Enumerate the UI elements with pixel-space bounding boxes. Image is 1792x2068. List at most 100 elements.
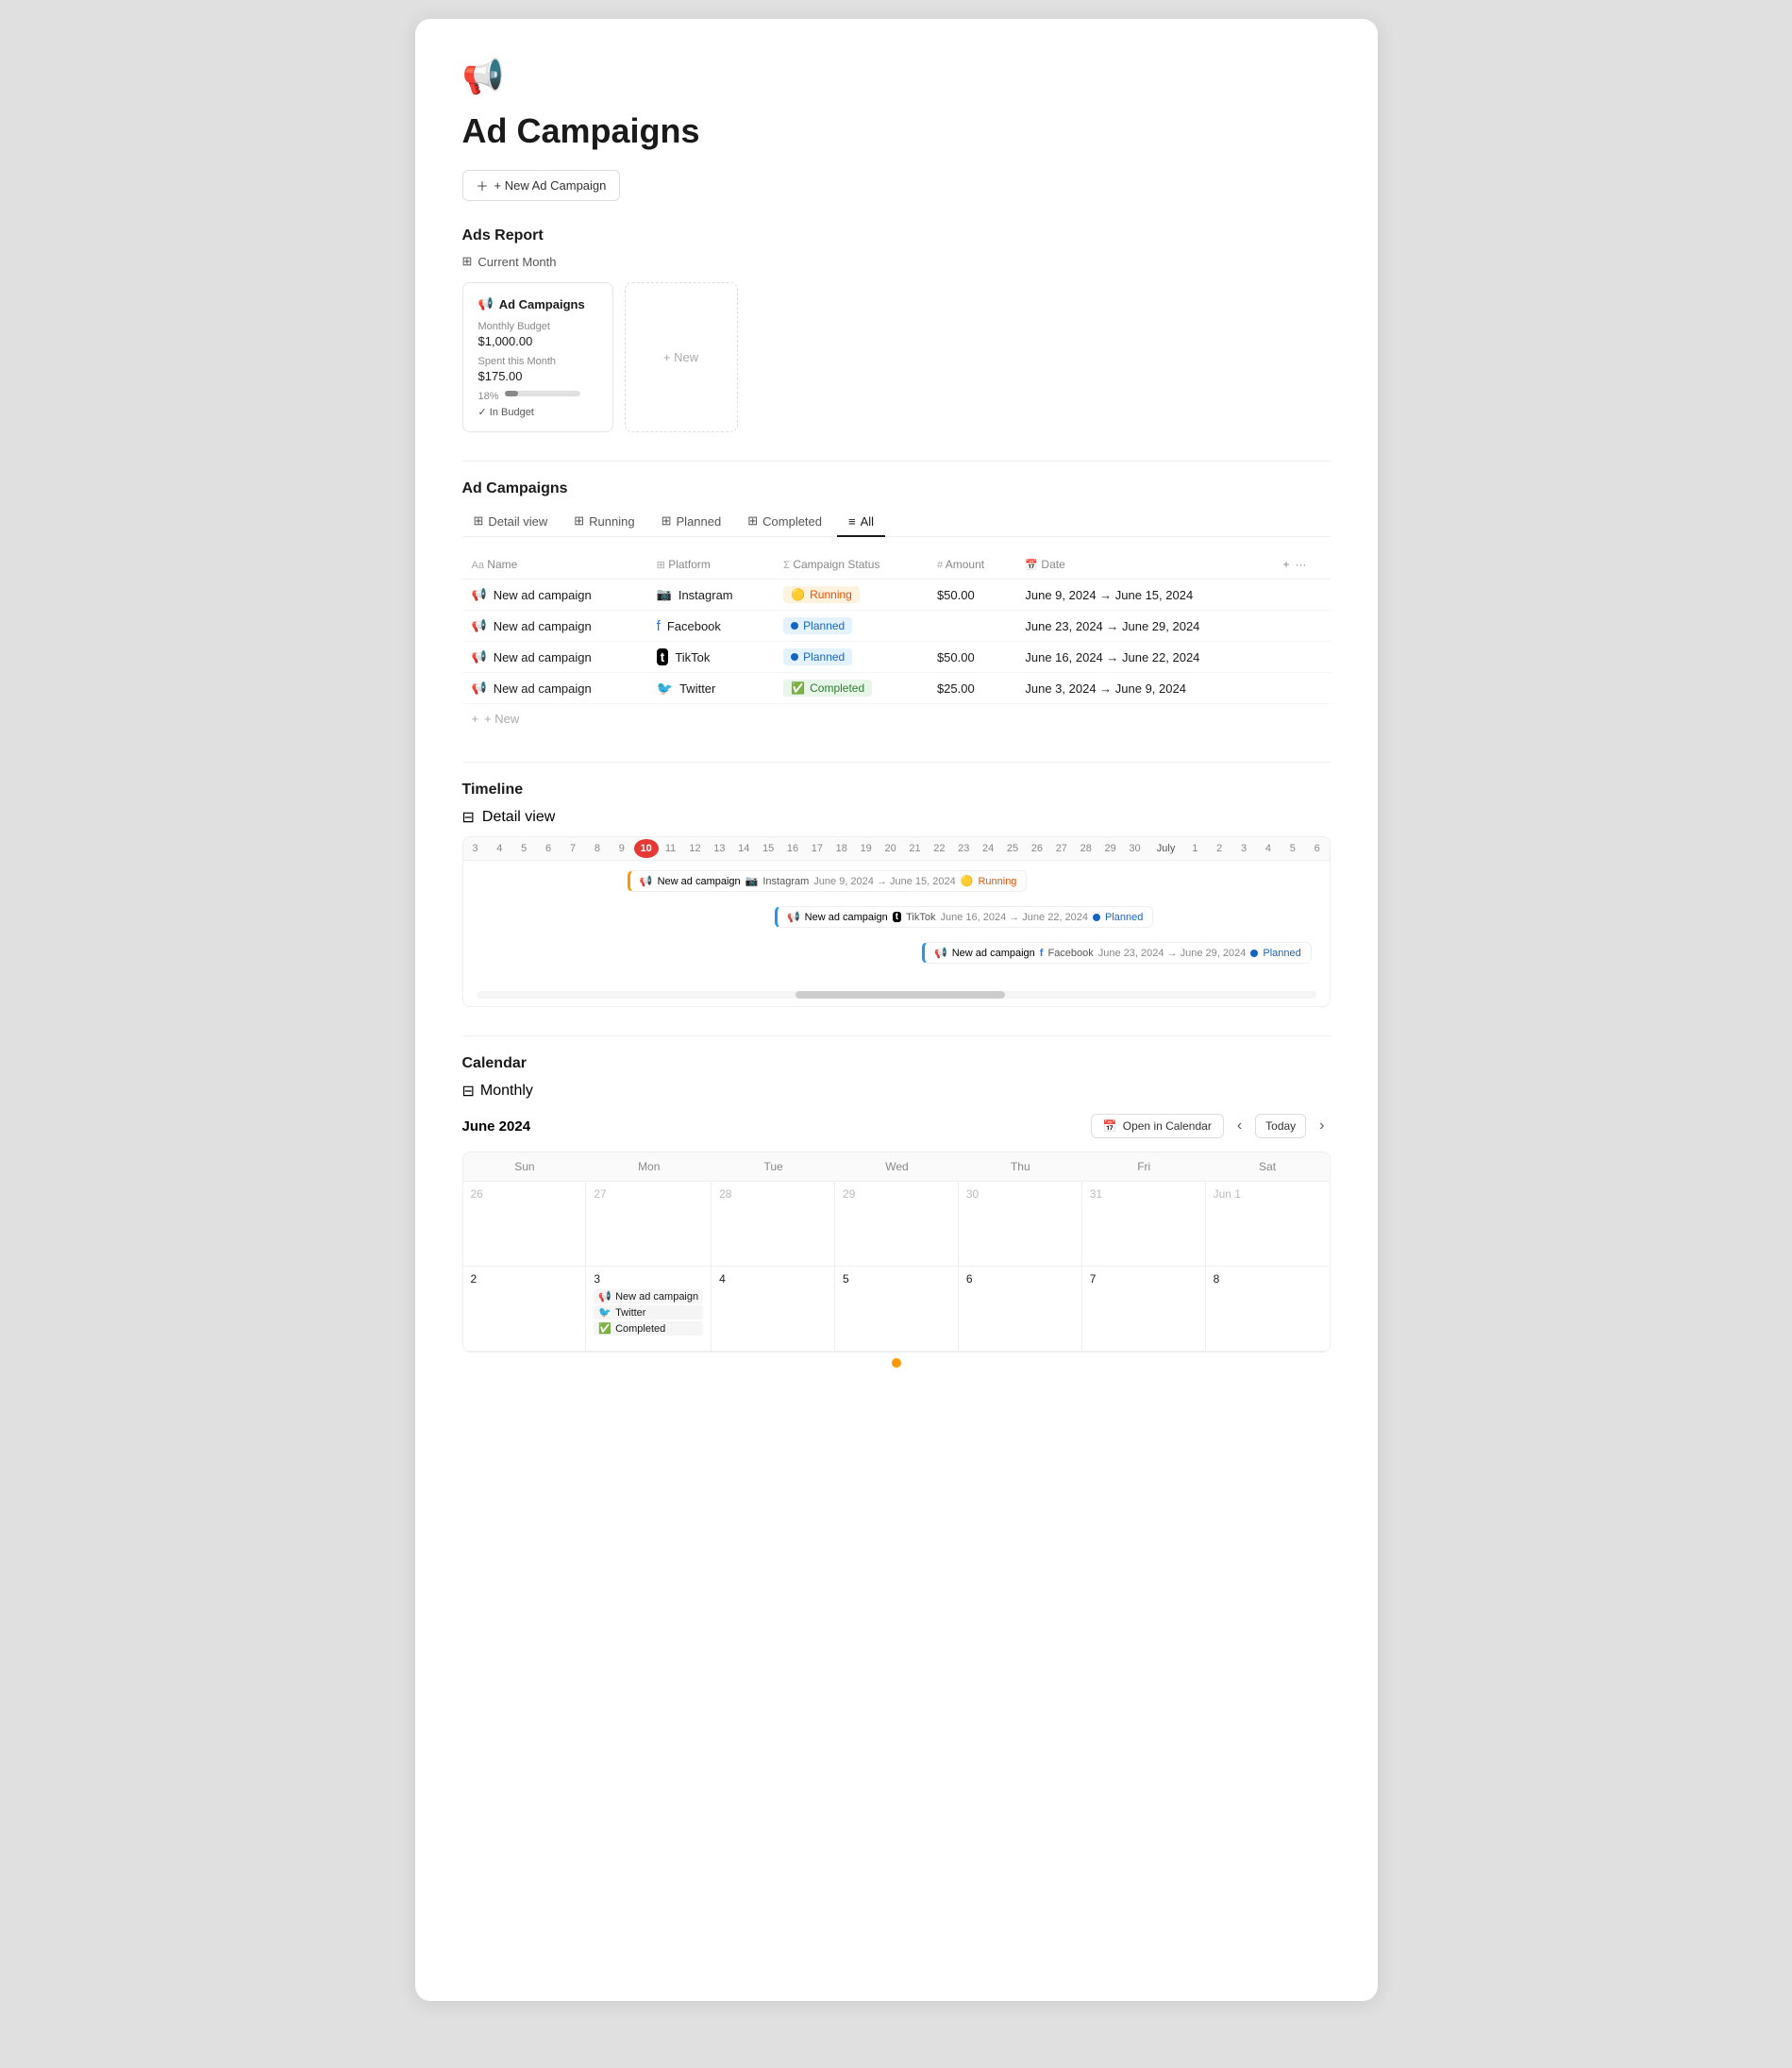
row-status: ✅ Completed	[774, 673, 928, 704]
cal-day-wed: Wed	[835, 1152, 959, 1182]
cal-event-megaphone-icon: 📢	[598, 1290, 611, 1303]
status-dot	[791, 622, 798, 630]
tab-planned[interactable]: ⊞ Planned	[650, 507, 733, 537]
tab-all[interactable]: ≡ All	[837, 507, 885, 537]
calendar-header-row: June 2024 📅 Open in Calendar ‹ Today ›	[462, 1114, 1331, 1138]
cal-event-status-text: Completed	[615, 1323, 665, 1335]
calendar-section: Calendar ⊟ Monthly June 2024 📅 Open in C…	[462, 1055, 1331, 1368]
bar-date-range: June 23, 2024 → June 29, 2024	[1098, 948, 1247, 959]
timeline-view-label: Detail view	[482, 809, 555, 826]
cal-cell-may28[interactable]: 28	[712, 1182, 835, 1267]
date-cell: 23	[951, 837, 976, 860]
date-cell: 28	[1074, 837, 1098, 860]
cal-cell-may29[interactable]: 29	[835, 1182, 959, 1267]
col-amount: # Amount	[928, 550, 1015, 580]
spent-value: $175.00	[478, 369, 597, 383]
row-platform: 📷 Instagram	[647, 580, 775, 611]
table-row[interactable]: 📢 New ad campaign t TikTok	[462, 642, 1331, 673]
today-label: Today	[1265, 1119, 1296, 1133]
date-cell: 4	[487, 837, 511, 860]
new-campaign-button[interactable]: ＋ + New Ad Campaign	[462, 170, 621, 201]
cal-event-name: New ad campaign	[615, 1291, 698, 1303]
timeline-body: 📢 New ad campaign 📷 Instagram June 9, 20…	[463, 861, 1330, 984]
col-more-icon[interactable]: ···	[1296, 558, 1307, 571]
row-name-text: New ad campaign	[494, 588, 592, 602]
timeline-wrap: 3 4 5 6 7 8 9 10 11 12 13 14 15 16 17 18…	[462, 836, 1331, 1007]
date-cell: 11	[659, 837, 683, 860]
next-month-button[interactable]: ›	[1314, 1116, 1330, 1136]
cal-cell-jun1[interactable]: Jun 1	[1206, 1182, 1330, 1267]
new-campaign-label: + New Ad Campaign	[494, 178, 607, 193]
row-amount: $50.00	[928, 642, 1015, 673]
row-name: 📢 New ad campaign	[462, 580, 647, 611]
tab-completed-icon: ⊞	[747, 513, 758, 529]
divider-2	[462, 762, 1331, 763]
cal-event-completed-badge[interactable]: ✅ Completed	[594, 1321, 703, 1336]
cal-cell-jun6[interactable]: 6	[959, 1267, 1082, 1352]
tab-detail-view[interactable]: ⊞ Detail view	[462, 507, 560, 537]
month-label-cell: July	[1147, 837, 1182, 860]
progress-bar-fill	[505, 391, 518, 396]
cal-event-twitter-platform[interactable]: 🐦 Twitter	[594, 1305, 703, 1320]
cal-cell-jun5[interactable]: 5	[835, 1267, 959, 1352]
progress-bar	[505, 391, 580, 396]
filter-label: Current Month	[477, 255, 556, 269]
new-report-card[interactable]: + New	[625, 282, 738, 432]
timeline-bar-tiktok[interactable]: 📢 New ad campaign t TikTok June 16, 2024…	[775, 906, 1153, 928]
table-row[interactable]: 📢 New ad campaign 🐦 Twitter	[462, 673, 1331, 704]
today-button[interactable]: Today	[1255, 1114, 1306, 1138]
cal-cell-may27[interactable]: 27	[586, 1182, 712, 1267]
col-add-icon[interactable]: +	[1283, 558, 1290, 571]
cal-event-platform-text: Twitter	[615, 1307, 645, 1319]
cal-cell-jun8[interactable]: 8	[1206, 1267, 1330, 1352]
cal-day-sun: Sun	[463, 1152, 587, 1182]
timeline-bar-facebook[interactable]: 📢 New ad campaign f Facebook June 23, 20…	[922, 942, 1312, 964]
date-cell: 2	[1207, 837, 1231, 860]
date-cell: 15	[756, 837, 780, 860]
date-cell: 27	[1049, 837, 1074, 860]
bar-campaign-name: New ad campaign	[805, 912, 888, 923]
date-cell: 21	[903, 837, 928, 860]
date-cell: 3	[463, 837, 488, 860]
tab-all-icon: ≡	[848, 514, 856, 529]
date-cell: 5	[511, 837, 536, 860]
row-extra	[1274, 611, 1331, 642]
timeline-bar-instagram[interactable]: 📢 New ad campaign 📷 Instagram June 9, 20…	[628, 870, 1028, 892]
bar-platform-name: Instagram	[762, 876, 809, 887]
timeline-scrollbar[interactable]	[477, 991, 1316, 999]
add-new-row[interactable]: + + New	[462, 704, 1331, 733]
tab-running[interactable]: ⊞ Running	[562, 507, 645, 537]
report-card-title: 📢 Ad Campaigns	[478, 296, 597, 311]
date-cell: 13	[707, 837, 731, 860]
cal-cell-may26[interactable]: 26	[463, 1182, 587, 1267]
table-row[interactable]: 📢 New ad campaign f Facebook	[462, 611, 1331, 642]
date-cell: 29	[1098, 837, 1123, 860]
date-cell: 26	[1025, 837, 1049, 860]
cal-event-twitter-campaign[interactable]: 📢 New ad campaign	[594, 1289, 703, 1303]
cal-cell-jun3[interactable]: 3 📢 New ad campaign 🐦 Twitter ✅ Complete…	[586, 1267, 712, 1352]
bar-status-label: Running	[978, 876, 1016, 887]
open-in-calendar-button[interactable]: 📅 Open in Calendar	[1091, 1114, 1224, 1138]
ads-report-subtitle[interactable]: ⊞ Current Month	[462, 254, 1331, 269]
filter-icon: ⊞	[462, 254, 473, 269]
prev-month-button[interactable]: ‹	[1231, 1116, 1248, 1136]
instagram-icon: 📷	[657, 587, 672, 602]
row-megaphone-icon: 📢	[472, 587, 487, 602]
in-budget-label: ✓ In Budget	[478, 406, 597, 418]
tab-completed[interactable]: ⊞ Completed	[736, 507, 833, 537]
table-row[interactable]: 📢 New ad campaign 📷 Instagram	[462, 580, 1331, 611]
cal-cell-jun2[interactable]: 2	[463, 1267, 587, 1352]
cal-cell-may31[interactable]: 31	[1082, 1182, 1206, 1267]
bar-platform-icon: 📷	[745, 875, 759, 887]
tab-planned-label: Planned	[677, 514, 722, 529]
cal-cell-may30[interactable]: 30	[959, 1182, 1082, 1267]
status-badge: 🟡 Running	[783, 586, 860, 603]
cal-cell-jun4[interactable]: 4	[712, 1267, 835, 1352]
tab-planned-icon: ⊞	[662, 513, 672, 529]
col-actions: + ···	[1274, 550, 1331, 580]
row-name-text: New ad campaign	[494, 681, 592, 696]
bar-megaphone-icon: 📢	[787, 911, 800, 923]
bar-status-label: Planned	[1105, 912, 1143, 923]
cal-cell-jun7[interactable]: 7	[1082, 1267, 1206, 1352]
cal-day-tue: Tue	[712, 1152, 835, 1182]
